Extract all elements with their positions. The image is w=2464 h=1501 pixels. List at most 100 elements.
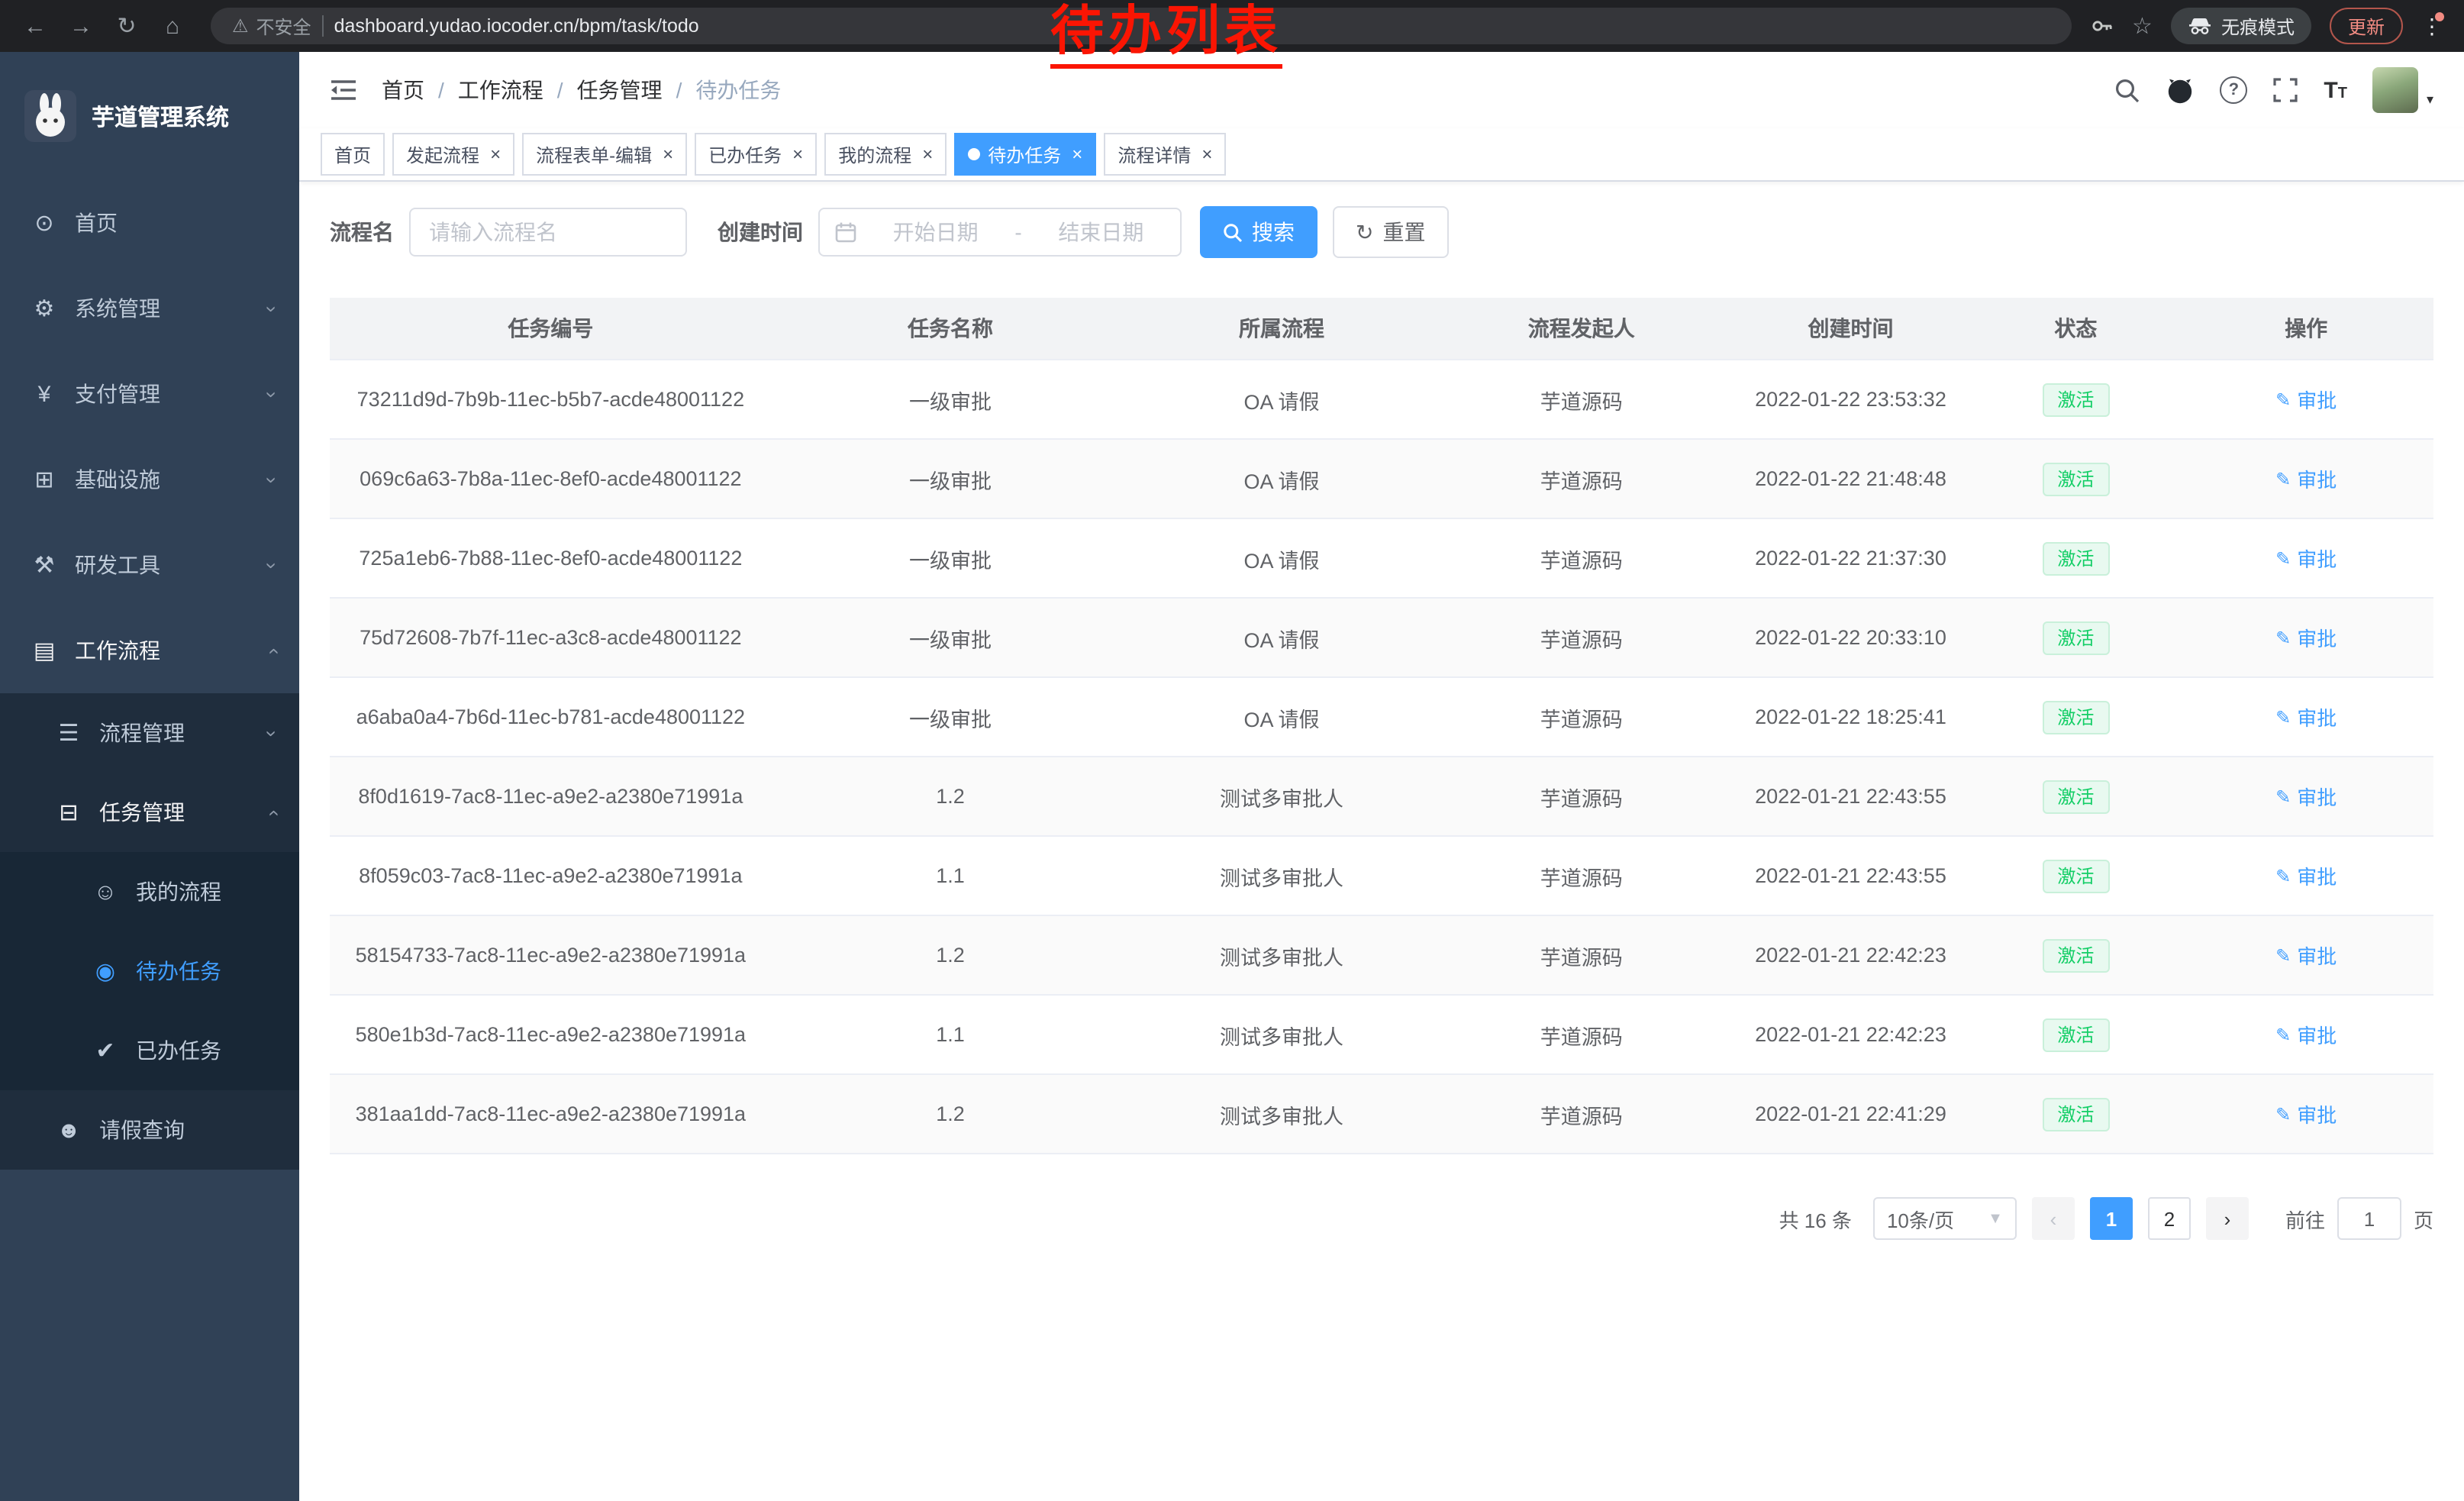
approve-button[interactable]: ✎审批 <box>2275 861 2337 890</box>
sidebar-item-task-management[interactable]: ⊟ 任务管理 › <box>0 773 299 852</box>
approve-button[interactable]: ✎审批 <box>2275 1099 2337 1128</box>
date-separator: - <box>1014 220 1021 244</box>
refresh-icon: ↻ <box>1356 219 1373 245</box>
starter-cell: 芋道源码 <box>1434 439 1729 518</box>
column-header-task-name: 任务名称 <box>772 298 1130 360</box>
task-name-cell: 一级审批 <box>772 360 1130 439</box>
action-cell: ✎审批 <box>2179 757 2433 836</box>
approve-button[interactable]: ✎审批 <box>2275 782 2337 811</box>
approve-label: 审批 <box>2297 623 2337 652</box>
starter-cell: 芋道源码 <box>1434 915 1729 995</box>
sidebar-item-label: 请假查询 <box>99 1115 185 1145</box>
sidebar-item-home[interactable]: ⊙ 首页 <box>0 180 299 266</box>
action-cell: ✎审批 <box>2179 360 2433 439</box>
approve-button[interactable]: ✎审批 <box>2275 941 2337 970</box>
approve-button[interactable]: ✎审批 <box>2275 1020 2337 1049</box>
breadcrumb-item[interactable]: 任务管理 <box>577 75 663 105</box>
app-logo <box>24 90 76 142</box>
tab-done-tasks[interactable]: 已办任务 × <box>695 133 817 176</box>
close-icon[interactable]: × <box>922 145 933 163</box>
approve-button[interactable]: ✎审批 <box>2275 464 2337 493</box>
update-button[interactable]: 更新 <box>2330 8 2403 44</box>
starter-cell: 芋道源码 <box>1434 1074 1729 1154</box>
approve-button[interactable]: ✎审批 <box>2275 544 2337 573</box>
sidebar-item-system-management[interactable]: ⚙ 系统管理 › <box>0 266 299 351</box>
font-size-button[interactable]: TT <box>2324 77 2347 103</box>
gear-icon: ⚙ <box>31 295 58 322</box>
close-icon[interactable]: × <box>1072 145 1082 163</box>
browser-menu-button[interactable]: ⋮ <box>2421 13 2443 39</box>
edit-icon: ✎ <box>2275 786 2291 807</box>
close-icon[interactable]: × <box>490 145 501 163</box>
home-button[interactable]: ⌂ <box>153 6 192 46</box>
status-badge: 激活 <box>2042 780 2109 813</box>
fullscreen-icon[interactable] <box>2273 78 2298 102</box>
back-button[interactable]: ← <box>15 6 55 46</box>
tab-initiate-process[interactable]: 发起流程 × <box>392 133 514 176</box>
create-time-cell: 2022-01-21 22:43:55 <box>1729 836 1973 915</box>
sidebar-item-my-process[interactable]: ☺ 我的流程 <box>0 852 299 931</box>
approve-button[interactable]: ✎审批 <box>2275 623 2337 652</box>
status-cell: 激活 <box>1972 439 2179 518</box>
tab-process-detail[interactable]: 流程详情 × <box>1104 133 1226 176</box>
refresh-button[interactable]: ↻ <box>107 6 147 46</box>
tab-home[interactable]: 首页 <box>321 133 385 176</box>
breadcrumb-item-current: 待办任务 <box>695 75 781 105</box>
page-button-2[interactable]: 2 <box>2148 1197 2191 1240</box>
task-name-cell: 一级审批 <box>772 677 1130 757</box>
chevron-down-icon: › <box>260 562 283 569</box>
sidebar-item-todo-tasks[interactable]: ◉ 待办任务 <box>0 931 299 1011</box>
search-button[interactable]: 搜索 <box>1200 206 1317 258</box>
action-cell: ✎审批 <box>2179 677 2433 757</box>
sidebar-item-infrastructure[interactable]: ⊞ 基础设施 › <box>0 437 299 522</box>
goto-page-input[interactable] <box>2337 1197 2401 1240</box>
total-count: 共 16 条 <box>1779 1204 1852 1233</box>
page-size-select[interactable]: 10条/页 ▼ <box>1873 1197 2017 1240</box>
tab-todo-tasks[interactable]: 待办任务 × <box>954 133 1096 176</box>
page-button-1[interactable]: 1 <box>2090 1197 2133 1240</box>
browser-actions: ☆ 无痕模式 更新 ⋮ <box>2089 8 2449 44</box>
address-bar[interactable]: ⚠ 不安全 dashboard.yudao.iocoder.cn/bpm/tas… <box>211 8 2071 44</box>
forward-button[interactable]: → <box>61 6 101 46</box>
close-icon[interactable]: × <box>792 145 803 163</box>
next-page-button[interactable]: › <box>2206 1197 2249 1240</box>
sidebar-item-workflow[interactable]: ▤ 工作流程 › <box>0 608 299 693</box>
process-name-input[interactable] <box>409 208 687 257</box>
approve-button[interactable]: ✎审批 <box>2275 702 2337 731</box>
status-badge: 激活 <box>2042 1097 2109 1131</box>
caret-down-icon: ▾ <box>2427 92 2433 108</box>
app-logo-area[interactable]: 芋道管理系统 <box>0 52 299 180</box>
help-icon[interactable]: ? <box>2220 76 2247 104</box>
breadcrumb-item[interactable]: 工作流程 <box>458 75 543 105</box>
reset-button[interactable]: ↻ 重置 <box>1333 206 1448 258</box>
sidebar-collapse-button[interactable] <box>330 78 357 102</box>
not-secure-label: ⚠ 不安全 <box>232 13 311 39</box>
table-row: 580e1b3d-7ac8-11ec-a9e2-a2380e71991a1.1测… <box>330 995 2433 1074</box>
create-time-cell: 2022-01-22 23:53:32 <box>1729 360 1973 439</box>
sidebar-item-done-tasks[interactable]: ✔ 已办任务 <box>0 1011 299 1090</box>
task-name-cell: 1.1 <box>772 836 1130 915</box>
task-name-cell: 一级审批 <box>772 598 1130 677</box>
search-button[interactable] <box>2114 77 2140 103</box>
close-icon[interactable]: × <box>1201 145 1212 163</box>
sidebar-item-leave-query[interactable]: ☻ 请假查询 <box>0 1090 299 1170</box>
sidebar-item-process-management[interactable]: ☰ 流程管理 › <box>0 693 299 773</box>
prev-page-button[interactable]: ‹ <box>2032 1197 2075 1240</box>
edit-icon: ✎ <box>2275 389 2291 410</box>
sidebar-item-payment-management[interactable]: ¥ 支付管理 › <box>0 351 299 437</box>
date-range-picker[interactable]: 开始日期 - 结束日期 <box>818 208 1182 257</box>
github-icon[interactable] <box>2166 77 2194 103</box>
close-icon[interactable]: × <box>663 145 673 163</box>
sidebar-item-dev-tools[interactable]: ⚒ 研发工具 › <box>0 522 299 608</box>
key-icon[interactable] <box>2089 14 2114 38</box>
tab-my-process[interactable]: 我的流程 × <box>824 133 947 176</box>
bookmark-star-button[interactable]: ☆ <box>2132 12 2153 40</box>
tab-process-form-edit[interactable]: 流程表单-编辑 × <box>522 133 687 176</box>
sidebar-item-label: 研发工具 <box>75 550 160 580</box>
tab-label: 流程表单-编辑 <box>536 141 652 167</box>
sidebar-item-label: 我的流程 <box>136 876 221 907</box>
user-avatar[interactable] <box>2373 67 2419 113</box>
breadcrumb-item[interactable]: 首页 <box>382 75 424 105</box>
approve-button[interactable]: ✎审批 <box>2275 385 2337 414</box>
starter-cell: 芋道源码 <box>1434 677 1729 757</box>
